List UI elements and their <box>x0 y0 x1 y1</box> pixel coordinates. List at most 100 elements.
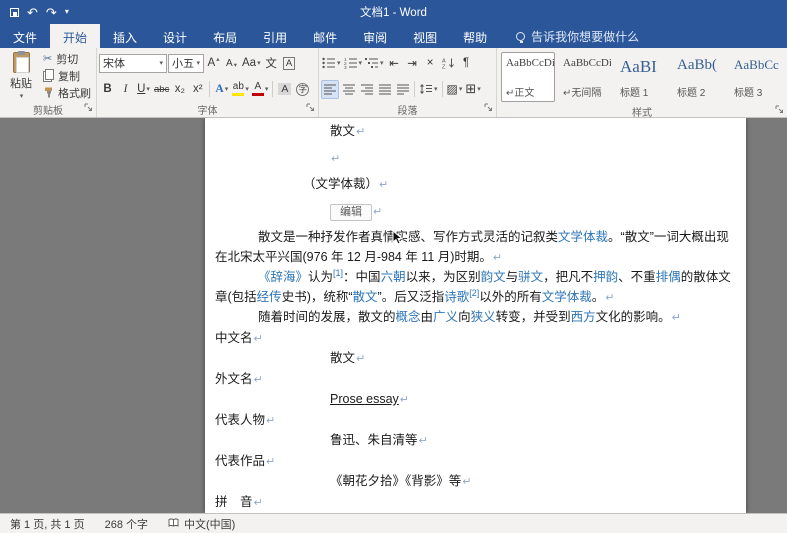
tab-home[interactable]: 开始 <box>50 24 100 48</box>
document-page[interactable]: 散文↵↵（文学体裁）↵编辑↵散文是一种抒发作者真情实感、写作方式灵活的记叙类文学… <box>205 118 746 513</box>
hyperlink-text[interactable]: 诗歌 <box>444 290 469 304</box>
save-button[interactable] <box>10 8 19 17</box>
hyperlink-text[interactable]: 概念 <box>396 310 421 324</box>
bullets-button[interactable]: ▾ <box>321 54 342 73</box>
strikethrough-button[interactable]: abc <box>153 80 170 99</box>
tab-layout[interactable]: 布局 <box>200 24 250 48</box>
proofing-book-icon <box>168 518 179 530</box>
text-effects-icon: A <box>215 83 223 95</box>
text-effects-button[interactable]: A▾ <box>213 80 230 99</box>
font-name-select[interactable]: 宋体 ▾ <box>99 54 167 73</box>
paragraph-mark-icon: ↵ <box>373 206 382 218</box>
text-run: 代表作品 <box>215 454 265 468</box>
page-indicator[interactable]: 第 1 页, 共 1 页 <box>10 516 85 532</box>
change-case-button[interactable]: Aa▾ <box>241 54 262 73</box>
highlight-color-button[interactable]: ab▾ <box>231 80 250 99</box>
field-value-works: 《朝花夕拾》《背影》等↵ <box>215 472 736 493</box>
distribute-button[interactable] <box>394 80 411 99</box>
hyperlink-text[interactable]: 文学体裁 <box>542 290 592 304</box>
edit-button[interactable]: 编辑 <box>330 204 372 221</box>
hyperlink-text[interactable]: 排偶 <box>656 270 681 284</box>
align-left-button[interactable] <box>321 80 339 99</box>
hyperlink-text[interactable]: 六朝 <box>381 270 406 284</box>
redo-button[interactable]: ↷ <box>46 6 57 19</box>
paragraph-mark-icon: ↵ <box>254 374 263 386</box>
sort-button[interactable]: AZ <box>440 54 457 73</box>
style-normal[interactable]: AaBbCcDi↵正文 <box>501 52 555 102</box>
cut-button[interactable]: ✂ 剪切 <box>40 51 94 67</box>
style-heading1[interactable]: AaBI标题 1 <box>615 52 669 102</box>
word-count[interactable]: 268 个字 <box>105 516 148 532</box>
format-painter-button[interactable]: 格式刷 <box>40 85 94 101</box>
font-dialog-launcher[interactable] <box>306 103 315 115</box>
align-center-button[interactable] <box>340 80 357 99</box>
increase-indent-button[interactable]: ⇥ <box>404 54 421 73</box>
tab-mailings[interactable]: 邮件 <box>300 24 350 48</box>
hyperlink-text[interactable]: 骈文 <box>518 270 543 284</box>
hyperlink-text[interactable]: 《辞海》 <box>258 270 308 284</box>
paste-button[interactable]: 粘贴 ▾ <box>2 50 40 101</box>
style-preview: AaBb( <box>677 57 721 74</box>
qat-customize-button[interactable]: ▾ <box>65 8 69 16</box>
hyperlink-text[interactable]: 散文 <box>353 290 378 304</box>
text-run: 、不重 <box>618 270 656 284</box>
paragraph-1: 散文是一种抒发作者真情实感、写作方式灵活的记叙类文学体裁。“散文”一词大概出现在… <box>215 228 736 268</box>
style-heading3[interactable]: AaBbCc标题 3 <box>729 52 783 102</box>
grow-font-button[interactable]: A▴ <box>205 54 222 73</box>
justify-button[interactable] <box>376 80 393 99</box>
tab-file[interactable]: 文件 <box>0 24 50 48</box>
subscript-button[interactable]: x₂ <box>171 80 188 99</box>
field-label-representatives: 代表人物↵ <box>215 411 736 432</box>
italic-button[interactable]: I <box>117 80 134 99</box>
tell-me-box[interactable]: 告诉我你想要做什么 <box>506 24 649 48</box>
tab-design[interactable]: 设计 <box>150 24 200 48</box>
hyperlink-text[interactable]: 文学体裁 <box>558 230 608 244</box>
language-indicator[interactable]: 中文(中国) <box>168 516 235 532</box>
multilevel-list-button[interactable]: ▾ <box>364 54 385 73</box>
underline-button[interactable]: U▾ <box>135 80 152 99</box>
enclose-characters-icon: 字 <box>296 83 309 96</box>
style-heading2[interactable]: AaBb(标题 2 <box>672 52 726 102</box>
paragraph-dialog-launcher[interactable] <box>484 103 493 115</box>
bold-button[interactable]: B <box>99 80 116 99</box>
paragraph-mark-icon: ↵ <box>331 153 340 165</box>
align-right-button[interactable] <box>358 80 375 99</box>
bullets-icon <box>322 57 336 69</box>
numbering-button[interactable]: 123▾ <box>343 54 364 73</box>
font-color-button[interactable]: A▾ <box>251 80 270 99</box>
tab-view[interactable]: 视图 <box>400 24 450 48</box>
tab-insert[interactable]: 插入 <box>100 24 150 48</box>
shading-button[interactable]: ▨▾ <box>446 80 464 99</box>
character-border-button[interactable]: A <box>281 54 298 73</box>
show-formatting-marks-button[interactable]: ¶ <box>458 54 475 73</box>
phonetic-guide-button[interactable]: 文 <box>263 54 280 73</box>
tab-help[interactable]: 帮助 <box>450 24 500 48</box>
text-run: 史书)，统称“ <box>282 290 353 304</box>
line-spacing-button[interactable]: ▾ <box>418 80 439 99</box>
hyperlink-text[interactable]: 押韵 <box>593 270 618 284</box>
shrink-font-button[interactable]: A▾ <box>223 54 240 73</box>
status-bar: 第 1 页, 共 1 页 268 个字 中文(中国) <box>0 513 787 533</box>
hyperlink-text[interactable]: 广义 <box>433 310 458 324</box>
clipboard-dialog-launcher[interactable] <box>84 103 93 115</box>
paragraph-mark-icon: ↵ <box>254 333 263 345</box>
hyperlink-text[interactable]: 西方 <box>571 310 596 324</box>
tab-references[interactable]: 引用 <box>250 24 300 48</box>
undo-button[interactable]: ↶ <box>27 6 38 19</box>
superscript-button[interactable]: x² <box>189 80 206 99</box>
hyperlink-text[interactable]: 韵文 <box>481 270 506 284</box>
character-shading-button[interactable]: A <box>276 80 293 99</box>
enclose-characters-button[interactable]: 字 <box>294 80 311 99</box>
tab-review[interactable]: 审阅 <box>350 24 400 48</box>
style-no-spacing[interactable]: AaBbCcDi↵无间隔 <box>558 52 612 102</box>
asian-layout-button[interactable]: × <box>422 54 439 73</box>
font-size-select[interactable]: 小五 ▾ <box>168 54 204 73</box>
hyperlink-text[interactable]: 经传 <box>257 290 282 304</box>
styles-dialog-launcher[interactable] <box>775 105 784 117</box>
decrease-indent-button[interactable]: ⇤ <box>386 54 403 73</box>
paragraph-mark-icon: ↵ <box>266 415 275 427</box>
hyperlink-text[interactable]: 狭义 <box>471 310 496 324</box>
borders-button[interactable]: ⊞▾ <box>464 80 481 99</box>
tell-me-label: 告诉我你想要做什么 <box>531 28 639 45</box>
copy-button[interactable]: 复制 <box>40 68 94 84</box>
